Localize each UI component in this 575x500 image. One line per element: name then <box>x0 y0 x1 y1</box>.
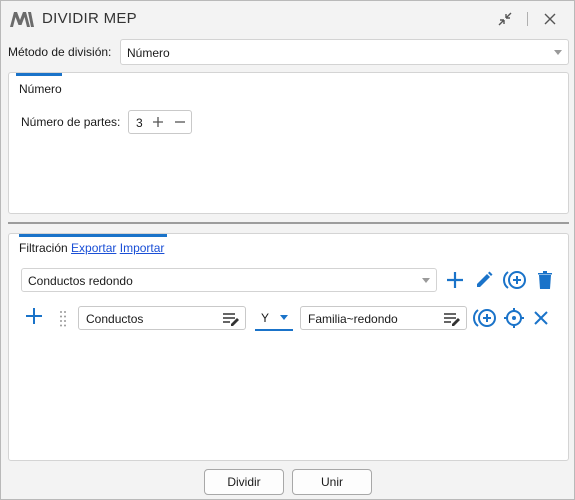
add-filter-icon[interactable] <box>444 269 466 291</box>
delete-icon[interactable] <box>534 269 556 291</box>
close-icon[interactable] <box>540 9 560 29</box>
filter-tab-row: Filtración Exportar Importar <box>19 241 164 255</box>
add-condition-group-icon[interactable] <box>502 269 528 291</box>
join-button[interactable]: Unir <box>292 469 372 495</box>
category-value: Conductos <box>86 312 144 326</box>
panel-splitter[interactable] <box>8 222 569 224</box>
chevron-down-icon <box>422 278 430 283</box>
import-link[interactable]: Importar <box>120 241 165 255</box>
parameter-value: Familia~redondo <box>308 312 398 326</box>
parts-label: Número de partes: <box>21 115 121 129</box>
titlebar-separator <box>527 12 528 26</box>
parts-stepper[interactable]: 3 <box>128 110 192 134</box>
division-method-label: Método de división: <box>8 45 112 59</box>
add-subcondition-icon[interactable] <box>472 307 498 329</box>
tab-number-indicator <box>16 73 62 76</box>
operator-select[interactable]: Y <box>255 305 293 331</box>
divide-button[interactable]: Dividir <box>204 469 284 495</box>
edit-icon[interactable] <box>473 269 495 291</box>
tab-filter[interactable]: Filtración <box>19 241 68 255</box>
filter-select-value: Conductos redondo <box>28 274 133 288</box>
remove-rule-icon[interactable] <box>530 307 552 329</box>
chevron-down-icon <box>554 50 562 55</box>
tab-filter-indicator <box>19 234 167 237</box>
operator-value: Y <box>261 311 270 325</box>
tab-number[interactable]: Número <box>19 82 62 96</box>
division-method-select[interactable]: Número <box>120 39 569 65</box>
export-link[interactable]: Exportar <box>71 241 116 255</box>
minus-icon[interactable] <box>172 114 188 130</box>
add-rule-icon[interactable] <box>23 305 45 327</box>
edit-list-icon[interactable] <box>222 311 240 327</box>
target-icon[interactable] <box>503 307 525 329</box>
filter-select[interactable]: Conductos redondo <box>21 268 437 292</box>
number-panel: Número Número de partes: 3 <box>8 72 569 214</box>
parameter-field[interactable]: Familia~redondo <box>300 306 467 330</box>
chevron-down-icon <box>280 315 288 320</box>
category-field[interactable]: Conductos <box>78 306 246 330</box>
window-title: DIVIDIR MEP <box>42 10 137 27</box>
dialog-window: DIVIDIR MEP Método de división: Número N… <box>0 0 575 500</box>
division-method-value: Número <box>127 46 170 60</box>
title-bar[interactable]: DIVIDIR MEP <box>1 1 574 37</box>
edit-list-icon[interactable] <box>443 311 461 327</box>
parts-value[interactable]: 3 <box>136 116 143 130</box>
filter-panel: Filtración Exportar Importar Conductos r… <box>8 233 569 461</box>
restore-icon[interactable] <box>495 9 515 29</box>
plus-icon[interactable] <box>150 114 166 130</box>
drag-handle-icon[interactable] <box>59 310 67 328</box>
app-logo-icon <box>10 12 34 27</box>
